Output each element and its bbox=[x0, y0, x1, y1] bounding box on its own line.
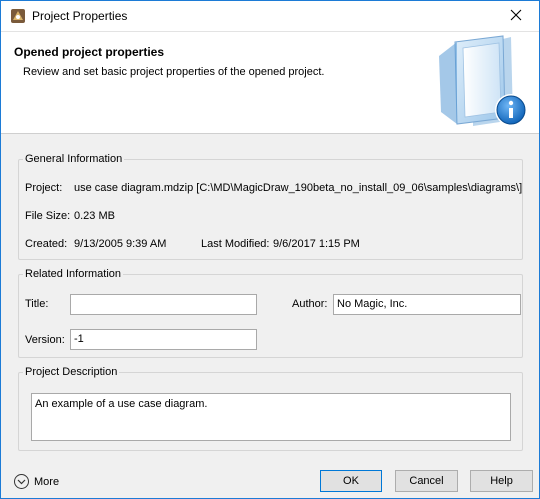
title-label: Title: bbox=[25, 298, 49, 310]
created-value: 9/13/2005 9:39 AM bbox=[74, 238, 167, 250]
project-description-textarea[interactable]: An example of a use case diagram. bbox=[31, 393, 511, 441]
project-description-legend: Project Description bbox=[25, 366, 118, 378]
related-information-legend: Related Information bbox=[25, 268, 121, 280]
project-path-value[interactable]: use case diagram.mdzip [C:\MD\MagicDraw_… bbox=[74, 182, 522, 194]
title-bar[interactable]: Project Properties bbox=[1, 1, 539, 32]
general-information-legend: General Information bbox=[25, 153, 123, 165]
author-field[interactable]: No Magic, Inc. bbox=[333, 294, 521, 315]
header-title: Opened project properties bbox=[14, 45, 165, 59]
ok-button[interactable]: OK bbox=[320, 470, 382, 492]
close-button[interactable] bbox=[493, 1, 539, 31]
file-size-label: File Size: bbox=[25, 210, 71, 222]
more-button[interactable]: More bbox=[14, 474, 59, 489]
dialog-footer: More OK Cancel Help bbox=[1, 464, 539, 498]
author-label: Author: bbox=[292, 298, 328, 310]
project-properties-dialog: Project Properties Opened project proper… bbox=[0, 0, 540, 499]
file-size-value: 0.23 MB bbox=[74, 210, 115, 222]
close-icon bbox=[510, 9, 522, 24]
project-label: Project: bbox=[25, 182, 63, 194]
created-label: Created: bbox=[25, 238, 68, 250]
cancel-button[interactable]: Cancel bbox=[395, 470, 458, 492]
chevron-down-icon bbox=[14, 474, 29, 489]
dialog-header: Opened project properties Review and set… bbox=[1, 32, 539, 134]
window-title: Project Properties bbox=[32, 9, 128, 23]
title-field[interactable] bbox=[70, 294, 257, 315]
last-modified-label: Last Modified: bbox=[201, 238, 270, 250]
header-subtitle: Review and set basic project properties … bbox=[23, 66, 325, 78]
magicdraw-app-icon bbox=[10, 8, 26, 24]
help-button[interactable]: Help bbox=[470, 470, 533, 492]
last-modified-value: 9/6/2017 1:15 PM bbox=[273, 238, 360, 250]
document-info-icon bbox=[433, 32, 533, 132]
more-label: More bbox=[34, 475, 60, 488]
version-field[interactable]: -1 bbox=[70, 329, 257, 350]
version-label: Version: bbox=[25, 334, 65, 346]
